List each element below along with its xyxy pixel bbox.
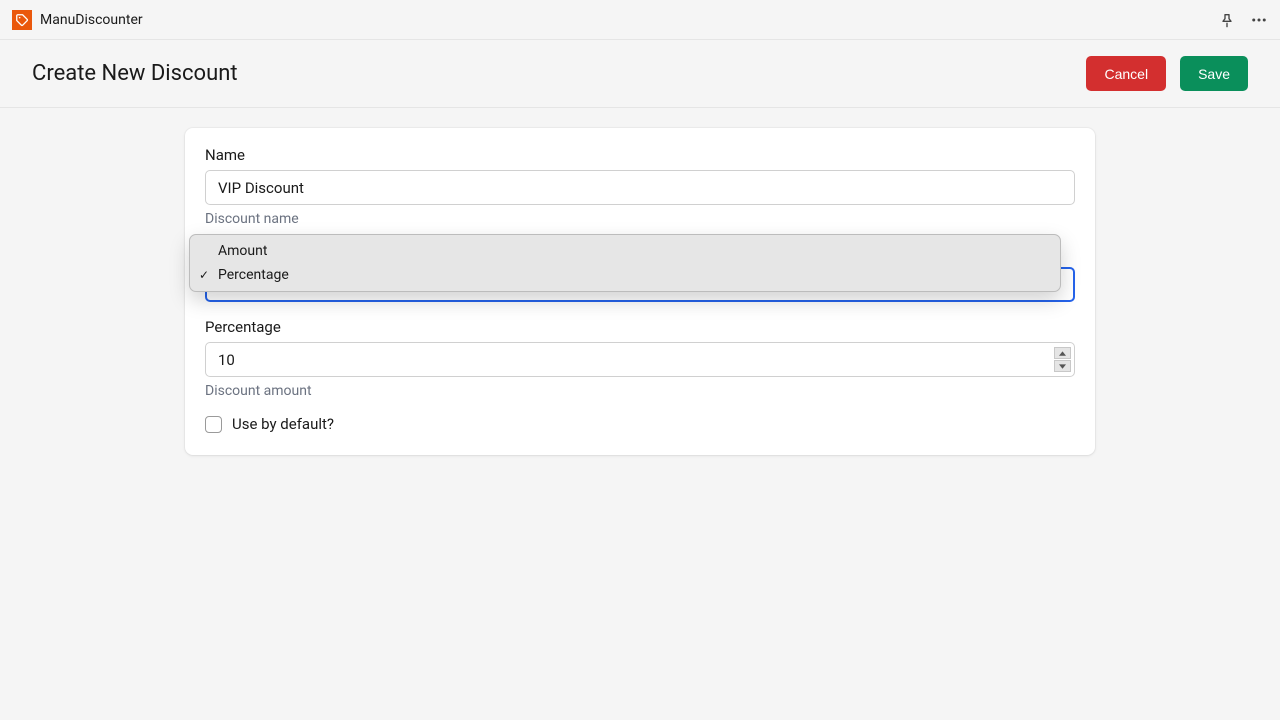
more-icon[interactable] xyxy=(1250,11,1268,29)
cancel-button[interactable]: Cancel xyxy=(1086,56,1166,91)
name-input[interactable] xyxy=(205,170,1075,205)
type-option-amount[interactable]: Amount xyxy=(190,239,1060,263)
pin-icon[interactable] xyxy=(1218,11,1236,29)
use-default-label: Use by default? xyxy=(232,415,334,433)
check-icon: ✓ xyxy=(199,268,209,282)
number-spinner xyxy=(1054,347,1071,372)
name-label: Name xyxy=(205,146,1075,164)
form-container: Name Discount name Percentage xyxy=(185,128,1095,455)
type-option-percentage[interactable]: ✓ Percentage xyxy=(190,263,1060,287)
topbar: ManuDiscounter xyxy=(0,0,1280,40)
percentage-help: Discount amount xyxy=(205,383,1075,399)
field-name: Name Discount name xyxy=(205,146,1075,227)
type-option-label: Percentage xyxy=(218,267,289,283)
field-use-default: Use by default? xyxy=(205,415,1075,433)
page-title: Create New Discount xyxy=(32,61,238,86)
spinner-up[interactable] xyxy=(1054,347,1071,359)
use-default-checkbox[interactable] xyxy=(205,416,222,433)
type-dropdown-popup: Amount ✓ Percentage xyxy=(189,234,1061,292)
app-name: ManuDiscounter xyxy=(40,12,143,28)
percentage-label: Percentage xyxy=(205,318,1075,336)
percentage-input[interactable] xyxy=(205,342,1075,377)
type-option-label: Amount xyxy=(218,243,267,259)
name-help: Discount name xyxy=(205,211,1075,227)
save-button[interactable]: Save xyxy=(1180,56,1248,91)
field-percentage: Percentage Discount amount xyxy=(205,318,1075,399)
spinner-down[interactable] xyxy=(1054,360,1071,372)
page-header: Create New Discount Cancel Save xyxy=(0,40,1280,108)
tag-icon xyxy=(12,10,32,30)
